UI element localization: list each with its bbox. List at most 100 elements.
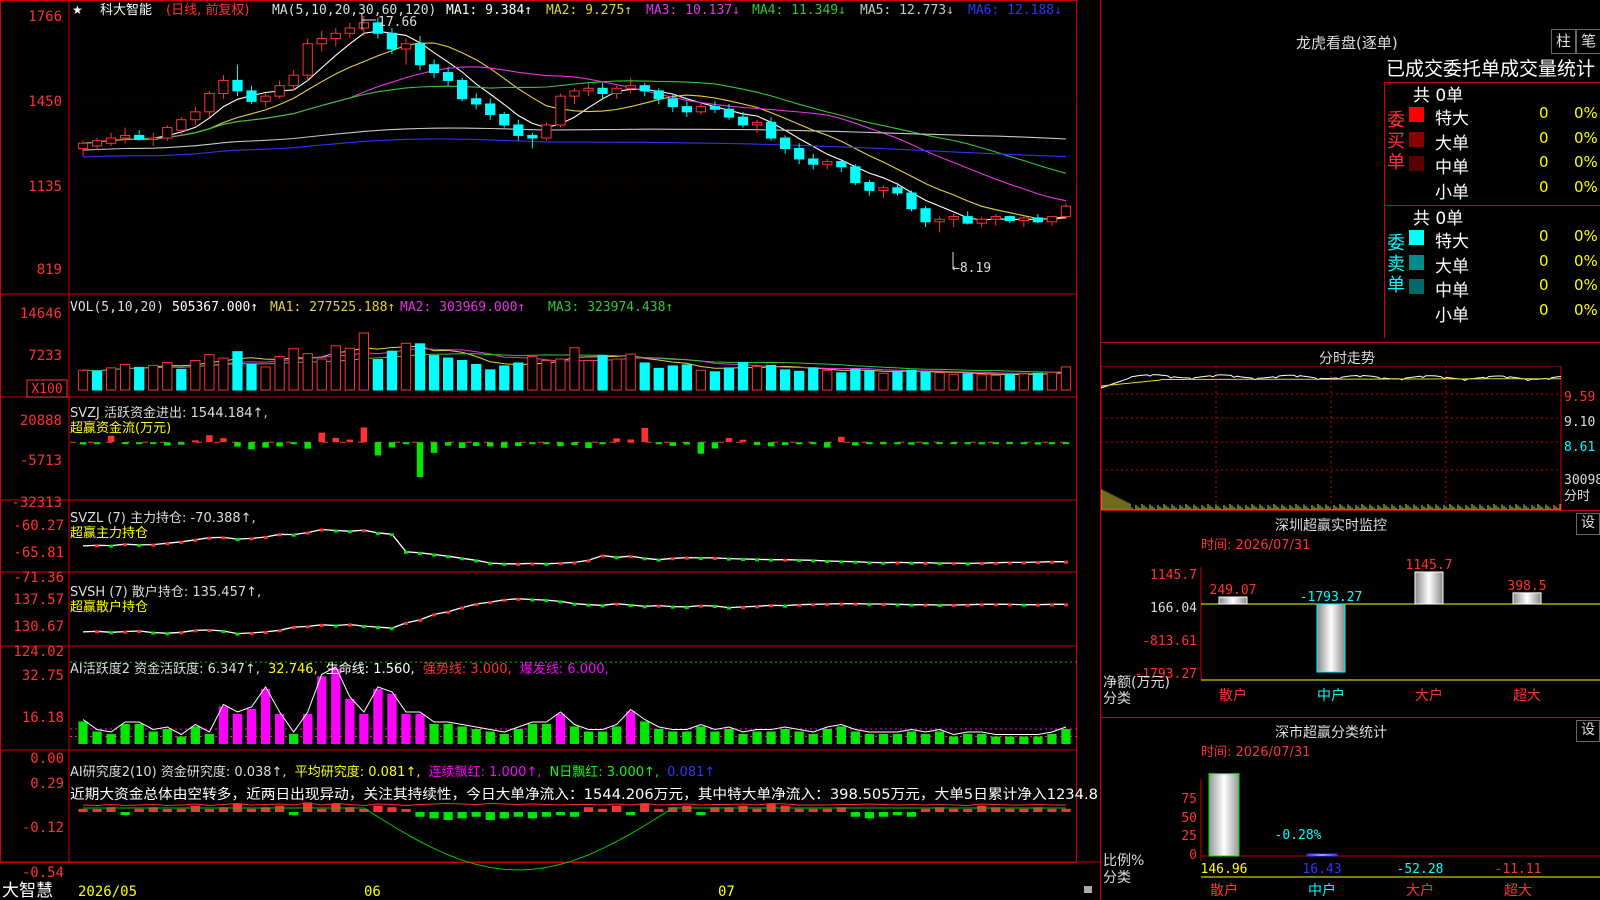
activity-bar xyxy=(1019,736,1029,744)
candle xyxy=(513,124,524,136)
vol-bar xyxy=(513,362,524,391)
activity-bar xyxy=(457,726,467,744)
vol-bar xyxy=(836,372,847,391)
order-row: 中单 0 0% xyxy=(1409,153,1599,178)
candle xyxy=(765,121,777,139)
tick-mark xyxy=(839,602,844,606)
ytick: 1450 xyxy=(28,94,62,110)
tick-mark xyxy=(502,598,507,602)
lock-icon[interactable] xyxy=(1084,886,1092,893)
flow-bar xyxy=(725,438,733,443)
period-label: (日线, 前复权) xyxy=(166,2,249,18)
main-chart[interactable]: 1766 1450 1135 819 17.66 ←8.19 ★ 科大智能 (日… xyxy=(0,0,1100,900)
tick-mark xyxy=(909,603,914,607)
candle xyxy=(105,137,117,144)
monitor-value-label: -1793.27 xyxy=(1300,590,1363,605)
svg-text:AI活跃度2 资金活跃度: 6.347↑, 32: AI活跃度2 资金活跃度: 6.347↑, 32.746, 生命线: 1.560… xyxy=(70,661,609,677)
tick-mark xyxy=(881,603,886,607)
order-row: 大单 0 0% xyxy=(1409,252,1599,277)
tick-mark xyxy=(769,604,774,608)
vol-bar xyxy=(274,356,285,391)
tick-mark xyxy=(123,630,128,634)
flow-bar xyxy=(866,442,873,445)
ai2-v3: 生命线: 1.560, xyxy=(326,661,415,677)
research-bar xyxy=(906,812,917,817)
research-bar xyxy=(443,812,453,820)
vol-bar xyxy=(204,354,215,391)
ai2-header: AI活跃度2 资金活跃度: 6.347↑, 32.746, 生命线: 1.560… xyxy=(22,661,609,767)
monitor-bars: 249.07 散户 -1793.27 中户 1145.7 大户 398.5 超大 xyxy=(1200,558,1600,704)
flow-bar xyxy=(753,442,761,445)
activity-bar xyxy=(934,731,945,744)
monitor-chart[interactable]: 时间: 2026/07/31 249.07 散户 -1793.27 中户 1145.7 大… xyxy=(1101,532,1600,717)
tick-mark xyxy=(1035,561,1040,565)
tick-mark xyxy=(614,556,619,560)
ytick: 20888 xyxy=(20,413,62,429)
candle xyxy=(597,87,608,95)
ytick: 0.00 xyxy=(30,751,64,767)
flow-bar xyxy=(304,442,311,449)
vol-bar xyxy=(892,370,903,391)
vol-bar xyxy=(471,363,482,391)
research-bar xyxy=(92,809,102,812)
svg-text:AI研究度2(10) 资金研究度: 0.038↑,: AI研究度2(10) 资金研究度: 0.038↑, 平均研究度: 0.081↑,… xyxy=(70,764,715,780)
kline-candles xyxy=(77,16,1072,233)
sell-total: 共 0单 xyxy=(1413,209,1464,229)
vol-bar xyxy=(723,367,735,391)
candle xyxy=(316,38,327,45)
svzj-bars xyxy=(70,427,1077,478)
activity-bar xyxy=(682,731,692,744)
tick-mark xyxy=(137,543,142,547)
tick-mark xyxy=(109,631,114,635)
candle xyxy=(471,98,482,105)
candle xyxy=(779,137,791,150)
tick-mark xyxy=(965,603,970,607)
order-label: 特大 xyxy=(1435,232,1469,252)
flow-bar xyxy=(599,442,606,445)
candle xyxy=(162,127,173,139)
monitor-bar xyxy=(1512,592,1542,605)
candle xyxy=(260,95,271,102)
date-tick: 06 xyxy=(364,884,381,900)
ai3-v5: 0.081↑ xyxy=(667,765,715,780)
order-label: 大单 xyxy=(1435,256,1469,277)
vol-bar xyxy=(737,361,749,391)
divider xyxy=(1101,717,1600,718)
tick-mark xyxy=(1049,603,1054,607)
research-bar xyxy=(682,805,692,812)
holding-line xyxy=(82,528,1066,565)
vol-bar xyxy=(639,362,650,391)
tick-mark xyxy=(460,557,465,561)
bar-view-button[interactable]: 柱 xyxy=(1551,29,1576,54)
vol-bar xyxy=(358,332,370,391)
intraday-chart[interactable]: 9.59 9.10 8.61 30098 分时 xyxy=(1101,366,1600,510)
classify-chart[interactable]: 时间: 2026/07/31 146.96 散户 16.43 中户 -52.28 大户 -1… xyxy=(1101,739,1600,900)
star-icon[interactable]: ★ xyxy=(72,3,83,17)
vol-bar xyxy=(260,366,271,391)
activity-bar xyxy=(949,736,959,744)
candle xyxy=(667,98,678,108)
activity-bar xyxy=(120,723,130,744)
ma-params: MA(5,10,20,30,60,120) xyxy=(272,3,436,18)
tick-mark xyxy=(1035,603,1040,607)
vol-bar xyxy=(808,367,819,391)
tick-mark xyxy=(375,531,380,535)
flow-bar xyxy=(388,442,396,448)
vol-bar xyxy=(400,342,412,391)
legend-swatch xyxy=(1409,180,1424,196)
tick-view-button[interactable]: 笔 xyxy=(1576,29,1600,54)
candle xyxy=(442,72,454,81)
ma6-value: MA6: 12.188↓ xyxy=(968,3,1062,18)
tick-mark xyxy=(811,603,816,607)
ytick: 25 xyxy=(1181,829,1197,844)
intraday-ylabel: 8.61 xyxy=(1564,440,1595,455)
ytick: -0.54 xyxy=(22,865,64,881)
flow-bar xyxy=(135,442,143,445)
candle xyxy=(190,111,201,121)
vol-bar xyxy=(1060,366,1072,391)
candle xyxy=(400,43,412,50)
monitor-bar xyxy=(1218,596,1248,605)
tick-mark xyxy=(418,551,423,555)
tick-mark xyxy=(460,606,465,610)
divider xyxy=(1101,510,1600,511)
